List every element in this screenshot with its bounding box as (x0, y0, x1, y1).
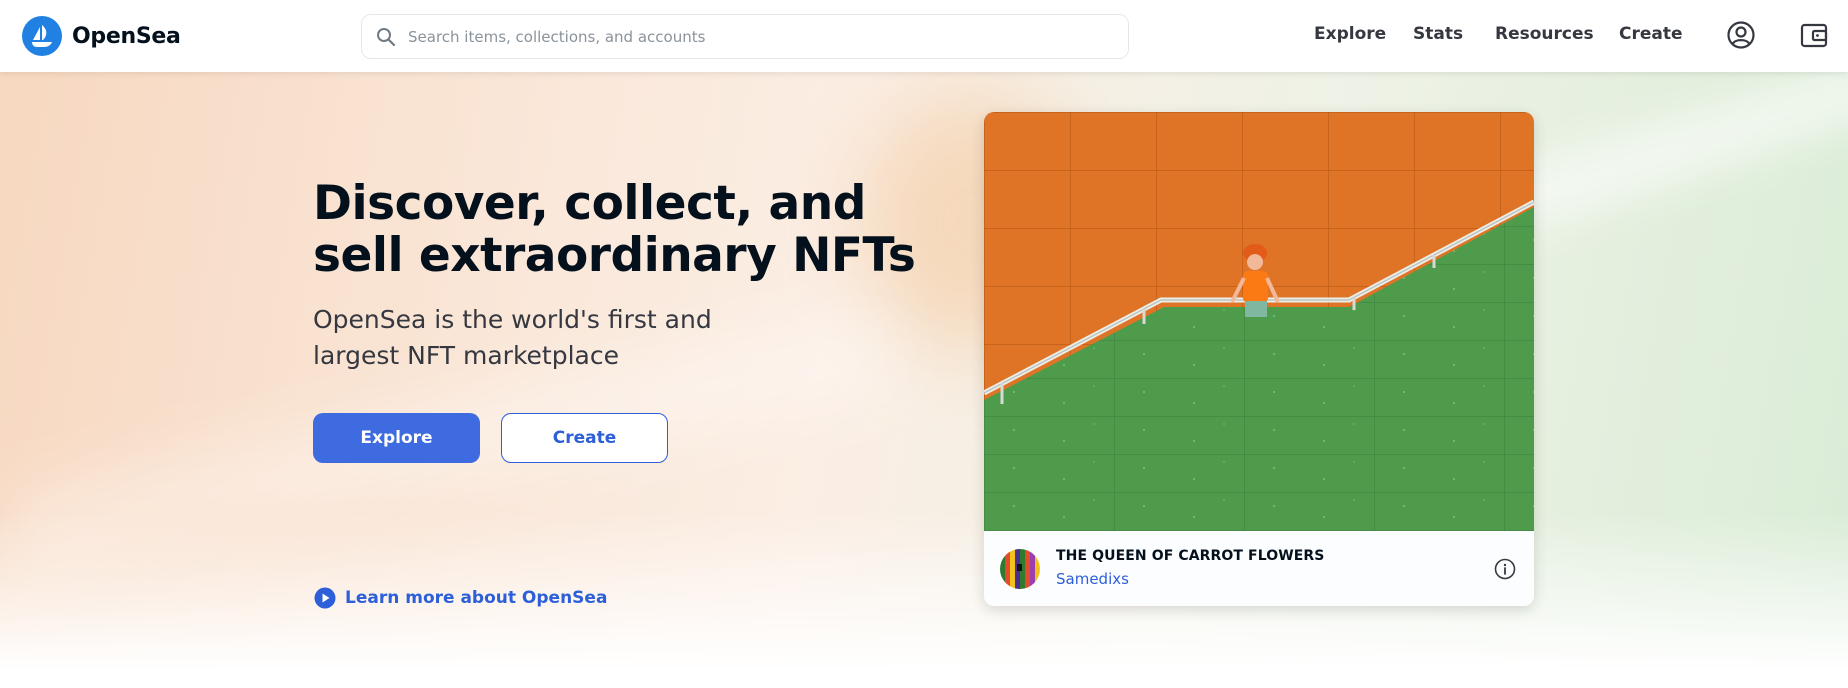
nav-create[interactable]: Create (1619, 24, 1683, 44)
featured-nft-image[interactable] (984, 112, 1534, 531)
creator-name[interactable]: Samedixs (1056, 570, 1129, 588)
account-icon[interactable] (1726, 20, 1756, 50)
learn-more-label: Learn more about OpenSea (345, 588, 608, 608)
play-circle-icon (314, 587, 336, 609)
wallet-icon[interactable] (1799, 20, 1829, 50)
opensea-logo-icon (22, 16, 62, 56)
nav-explore[interactable]: Explore (1314, 24, 1386, 44)
top-navbar: OpenSea Explore Stats Resources Create (0, 0, 1848, 72)
search-icon (377, 27, 396, 46)
nft-title[interactable]: THE QUEEN OF CARROT FLOWERS (1056, 548, 1324, 564)
nav-stats[interactable]: Stats (1413, 24, 1463, 44)
hero-background (0, 72, 1848, 688)
learn-more-link[interactable]: Learn more about OpenSea (314, 587, 607, 609)
featured-nft-card[interactable]: THE QUEEN OF CARROT FLOWERS Samedixs (984, 112, 1534, 606)
hero-title: Discover, collect, and sell extraordinar… (313, 176, 916, 283)
search-bar[interactable] (361, 14, 1129, 59)
creator-avatar[interactable] (1000, 549, 1040, 589)
explore-button[interactable]: Explore (313, 413, 480, 463)
info-icon[interactable] (1494, 558, 1516, 580)
opensea-logo[interactable]: OpenSea (22, 16, 181, 56)
hero-subtitle: OpenSea is the world's first and largest… (313, 305, 712, 370)
brand-name: OpenSea (72, 23, 181, 49)
card-footer: THE QUEEN OF CARROT FLOWERS Samedixs (984, 531, 1534, 606)
nav-resources[interactable]: Resources (1495, 24, 1594, 44)
create-button[interactable]: Create (501, 413, 668, 463)
search-input[interactable] (408, 27, 1088, 46)
